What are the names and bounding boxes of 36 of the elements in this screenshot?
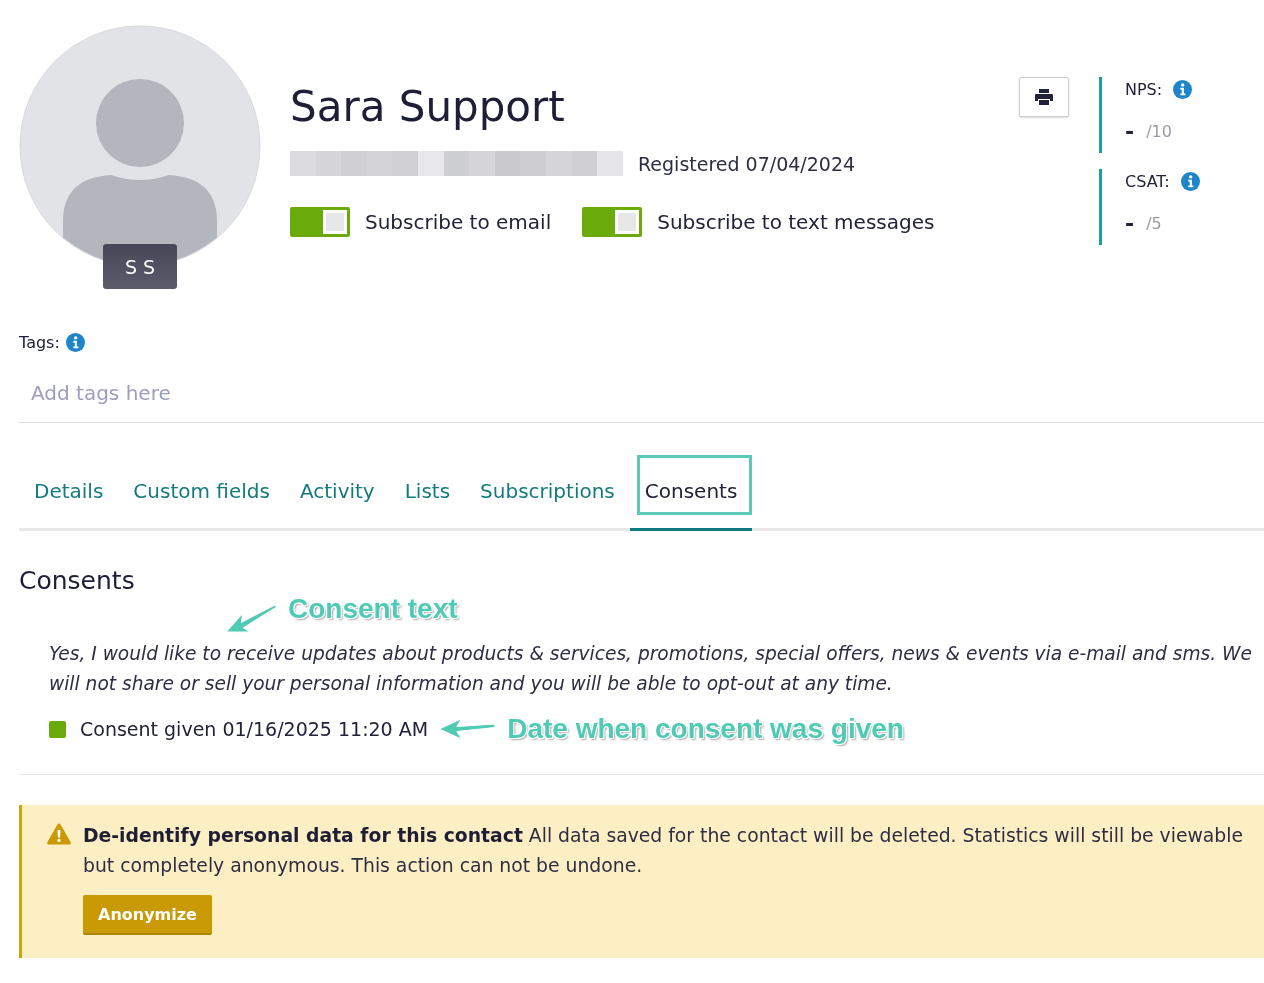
printer-icon (1035, 89, 1053, 105)
warning-icon (47, 823, 71, 845)
toggle-label: Subscribe to email (365, 210, 552, 234)
metric-value: - (1125, 118, 1135, 144)
callout-arrow-icon (224, 602, 278, 634)
tags-label: Tags: (19, 332, 60, 352)
contact-name: Sara Support (290, 82, 566, 132)
info-icon (65, 332, 85, 352)
print-button[interactable] (1019, 77, 1069, 117)
tab[interactable]: Details (19, 455, 119, 531)
section-title: Consents (19, 566, 136, 596)
metric-label: NPS: (1125, 79, 1163, 99)
callout-arrow-icon (438, 717, 497, 741)
tags-input[interactable]: Add tags here (19, 364, 1264, 423)
toggle-label: Subscribe to text messages (657, 210, 935, 234)
consent-status: Consent given 01/16/2025 11:20 AM (80, 718, 429, 740)
warning-message: De-identify personal data for this contact All data saved for the contact will be deleted. Statistics will still be viewable but completely anonymous. This action can not be undone. (83, 824, 1245, 878)
metric-label: CSAT: (1125, 171, 1170, 191)
annotation-label: Date when consent was given (507, 714, 904, 744)
metric-value: - (1125, 210, 1135, 236)
tab[interactable]: Custom fields (118, 455, 285, 531)
tab[interactable]: Lists (389, 455, 466, 531)
registered-date: Registered 07/04/2024 (638, 152, 856, 175)
tab[interactable]: Consents (629, 455, 753, 531)
initials-badge: S S (103, 244, 177, 289)
tab[interactable]: Subscriptions (465, 455, 630, 531)
tab[interactable]: Activity (284, 455, 390, 531)
info-icon (1173, 79, 1193, 99)
anonymize-button[interactable]: Anonymize (83, 895, 212, 935)
toggle-switch[interactable] (582, 207, 643, 237)
toggle-switch[interactable] (290, 207, 350, 237)
info-icon (1180, 171, 1200, 191)
metric-scale: /5 (1146, 213, 1162, 233)
annotation-label: Consent text (288, 594, 458, 624)
consent-text: Yes, I would like to receive updates about products & services, promotions, special offers, news & events via e-mail and sms. We will not share or sell your personal information and you will be able to opt-out at any time. (48, 642, 1253, 696)
metric-scale: /10 (1146, 121, 1172, 141)
